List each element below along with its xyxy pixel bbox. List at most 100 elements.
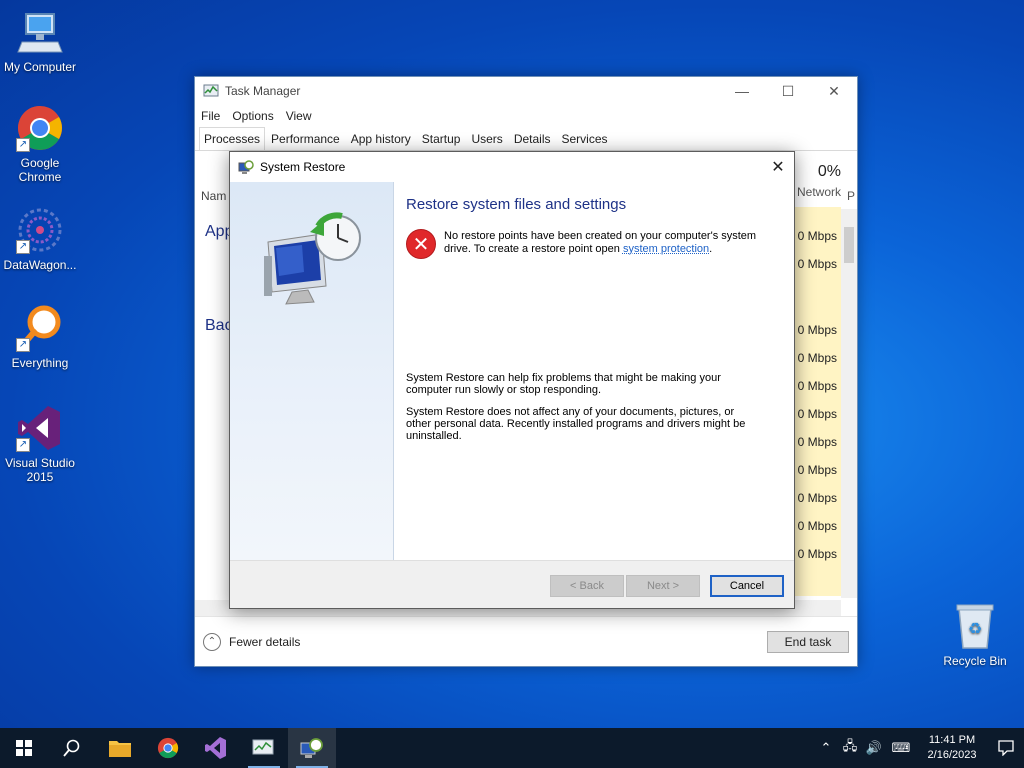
action-center-button[interactable] [988, 728, 1024, 768]
windows-logo-icon [16, 740, 32, 756]
desktop-icon-label: My Computer [3, 60, 77, 74]
network-cell: 0 Mbps [797, 323, 837, 337]
menu-bar: File Options View [195, 105, 857, 127]
chrome-icon [157, 737, 179, 759]
system-restore-icon [300, 738, 323, 758]
network-cell: 0 Mbps [797, 435, 837, 449]
tab-processes[interactable]: Processes [199, 127, 266, 150]
search-button[interactable] [48, 728, 96, 768]
desktop-icon-label: Google Chrome [18, 156, 62, 184]
tab-performance[interactable]: Performance [266, 127, 345, 150]
info-line: System Restore does not affect any of yo… [406, 406, 735, 418]
desktop-icon-label: Recycle Bin [943, 654, 1007, 668]
window-title: Task Manager [225, 84, 301, 98]
recycle-bin-icon: ♻ [951, 602, 999, 650]
system-restore-titlebar[interactable]: System Restore ✕ [230, 152, 794, 182]
task-manager-titlebar[interactable]: Task Manager — ☐ ✕ [195, 77, 857, 105]
close-button[interactable]: ✕ [811, 77, 857, 105]
tab-startup[interactable]: Startup [417, 127, 466, 150]
keyboard-icon[interactable]: ⌨ [886, 740, 916, 756]
visual-studio-icon: ↗ [16, 404, 64, 452]
network-cell: 0 Mbps [797, 351, 837, 365]
vertical-scrollbar[interactable] [841, 209, 857, 598]
network-icon[interactable]: 🖧 [838, 737, 862, 759]
visual-studio-icon [205, 737, 226, 759]
system-protection-link[interactable]: system protection [623, 243, 709, 255]
network-cell: 0 Mbps [797, 379, 837, 393]
tab-app-history[interactable]: App history [346, 127, 416, 150]
task-manager-icon [252, 739, 274, 755]
dialog-heading: Restore system files and settings [406, 196, 627, 213]
notification-icon [998, 740, 1014, 756]
svg-text:♻: ♻ [968, 619, 982, 638]
taskbar: ⌃ 🖧 🔊 ⌨ 11:41 PM 2/16/2023 [0, 728, 1024, 768]
info-line: other personal data. Recently installed … [406, 418, 746, 430]
dialog-info-text: System Restore can help fix problems tha… [406, 372, 756, 452]
tab-details[interactable]: Details [509, 127, 556, 150]
network-cell: 0 Mbps [797, 491, 837, 505]
chrome-icon: ↗ [16, 104, 64, 152]
tab-bar: Processes Performance App history Startu… [195, 127, 857, 151]
task-manager-icon [203, 84, 219, 97]
chevron-up-icon[interactable]: ⌃ [203, 632, 221, 651]
taskbar-file-explorer[interactable] [96, 728, 144, 768]
back-button[interactable]: < Back [550, 575, 624, 597]
menu-options[interactable]: Options [232, 109, 273, 123]
network-cell: 0 Mbps [797, 519, 837, 533]
info-line: System Restore can help fix problems tha… [406, 372, 721, 384]
desktop-icon-recycle-bin[interactable]: ♻ Recycle Bin [935, 602, 1015, 668]
network-cell: 0 Mbps [797, 229, 837, 243]
desktop-icon-label: DataWagon... [3, 258, 77, 272]
clock-date: 2/16/2023 [927, 749, 977, 761]
name-column-header[interactable]: Nam [201, 189, 226, 203]
minimize-button[interactable]: — [719, 77, 765, 105]
end-task-button[interactable]: End task [767, 630, 849, 653]
dialog-side-panel [230, 182, 394, 562]
task-manager-footer: ⌃ Fewer details End task [195, 616, 857, 666]
error-icon: ✕ [406, 229, 436, 259]
desktop-icon-everything[interactable]: ↗ Everything [0, 304, 80, 370]
clock[interactable]: 11:41 PM 2/16/2023 [916, 733, 988, 763]
clock-time: 11:41 PM [928, 734, 976, 746]
error-message: ✕ No restore points have been created on… [406, 229, 774, 259]
shortcut-arrow-icon: ↗ [16, 138, 30, 152]
dialog-content: Restore system files and settings ✕ No r… [406, 182, 774, 562]
desktop-icon-visual-studio[interactable]: ↗ Visual Studio 2015 [0, 404, 80, 484]
taskbar-chrome[interactable] [144, 728, 192, 768]
taskbar-task-manager[interactable] [240, 728, 288, 768]
dialog-close-button[interactable]: ✕ [762, 153, 794, 181]
start-button[interactable] [0, 728, 48, 768]
network-cell: 0 Mbps [797, 547, 837, 561]
desktop-icon-my-computer[interactable]: My Computer [0, 8, 80, 74]
maximize-button[interactable]: ☐ [765, 77, 811, 105]
cancel-button[interactable]: Cancel [710, 575, 784, 597]
shortcut-arrow-icon: ↗ [16, 438, 30, 452]
next-column-header[interactable]: P [847, 189, 857, 203]
restore-monitor-clock-icon [264, 212, 361, 305]
tab-services[interactable]: Services [557, 127, 613, 150]
desktop-icon-google-chrome[interactable]: ↗ Google Chrome [0, 104, 80, 184]
system-restore-dialog[interactable]: System Restore ✕ Restore system files an… [229, 151, 795, 609]
everything-search-icon: ↗ [16, 304, 64, 352]
tab-users[interactable]: Users [466, 127, 507, 150]
error-line-1: No restore points have been created on y… [444, 230, 757, 242]
fewer-details-link[interactable]: Fewer details [229, 635, 767, 649]
dialog-button-bar: < Back Next > Cancel [230, 560, 794, 608]
volume-icon[interactable]: 🔊 [862, 740, 886, 756]
taskbar-visual-studio[interactable] [192, 728, 240, 768]
desktop-icon-label: Everything [11, 356, 69, 370]
shortcut-arrow-icon: ↗ [16, 338, 30, 352]
computer-icon [16, 8, 64, 56]
menu-view[interactable]: View [286, 109, 312, 123]
taskbar-system-restore[interactable] [288, 728, 336, 768]
folder-icon [109, 741, 131, 757]
next-button[interactable]: Next > [626, 575, 700, 597]
error-text: No restore points have been created on y… [444, 229, 756, 259]
error-line-2-end: . [709, 243, 713, 255]
desktop-icon-datawagon[interactable]: ↗ DataWagon... [0, 206, 80, 272]
scrollbar-thumb[interactable] [844, 227, 854, 263]
chevron-up-icon[interactable]: ⌃ [814, 740, 838, 756]
search-icon [63, 739, 80, 757]
menu-file[interactable]: File [201, 109, 220, 123]
network-cell: 0 Mbps [797, 463, 837, 477]
